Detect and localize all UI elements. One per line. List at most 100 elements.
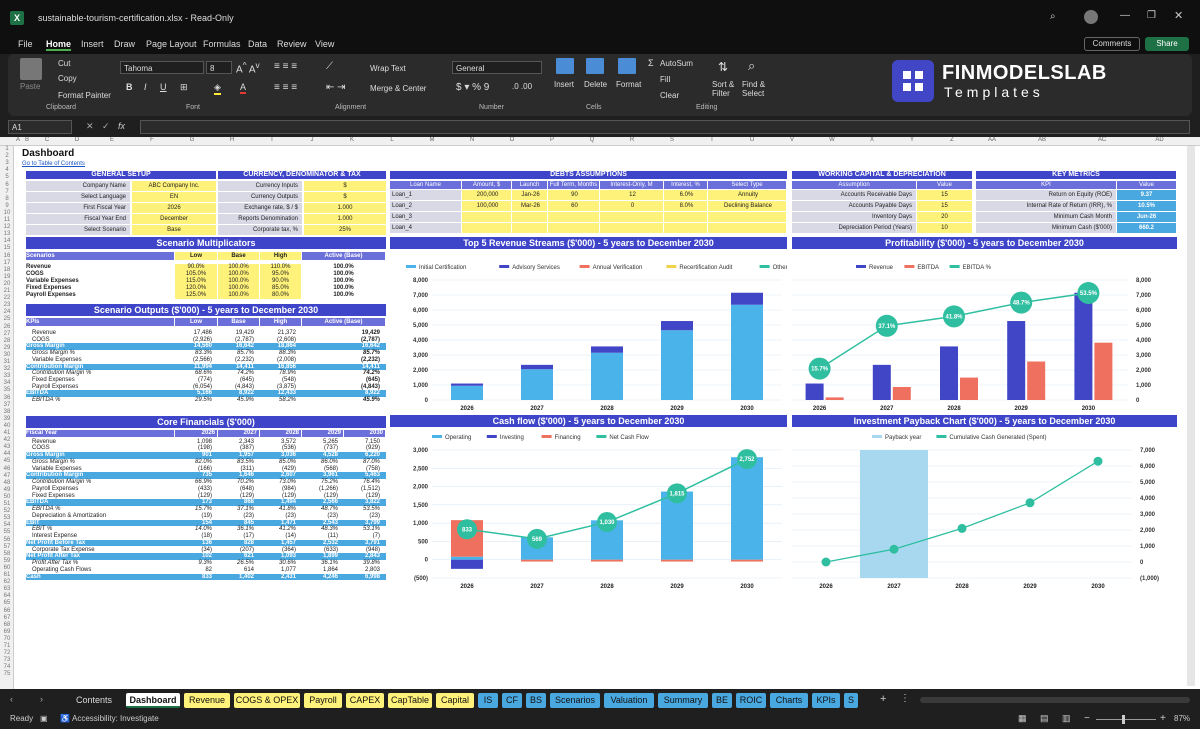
row-header[interactable]: 62 <box>0 579 14 585</box>
loan-value[interactable]: 200,000 <box>462 190 511 200</box>
mult-value[interactable]: 80.0% <box>260 292 301 299</box>
loan-value[interactable]: 90 <box>548 190 599 200</box>
insert-button[interactable]: Insert <box>554 80 574 89</box>
row-header[interactable]: 57 <box>0 544 14 550</box>
column-header[interactable]: Y <box>892 137 932 146</box>
tab-next-icon[interactable]: › <box>40 694 43 704</box>
loan-value[interactable] <box>664 212 707 222</box>
format-painter-button[interactable]: Format Painter <box>58 91 111 100</box>
row-header[interactable]: 41 <box>0 430 14 436</box>
paste-button[interactable]: Paste <box>20 82 40 91</box>
sheet-tab[interactable]: IS <box>478 693 498 708</box>
mult-value[interactable]: 90.0% <box>175 264 217 271</box>
row-header[interactable]: 43 <box>0 444 14 450</box>
sheet-tab[interactable]: BE <box>712 693 732 708</box>
loan-value[interactable] <box>512 212 547 222</box>
menu-data[interactable]: Data <box>248 39 267 49</box>
menu-formulas[interactable]: Formulas <box>203 39 241 49</box>
mult-value[interactable]: 85.0% <box>260 285 301 292</box>
wc-value[interactable]: 15 <box>917 201 972 211</box>
menu-file[interactable]: File <box>18 39 33 49</box>
column-header[interactable]: P <box>532 137 572 146</box>
sheet-tab[interactable]: KPIs <box>812 693 840 708</box>
delete-button[interactable]: Delete <box>584 80 607 89</box>
menu-view[interactable]: View <box>315 39 334 49</box>
column-header[interactable]: AB <box>1012 137 1072 146</box>
loan-value[interactable]: Jan-26 <box>512 190 547 200</box>
row-header[interactable]: 59 <box>0 558 14 564</box>
zoom-level[interactable]: 87% <box>1174 714 1190 723</box>
italic-icon[interactable]: I <box>144 82 147 92</box>
row-header[interactable]: 72 <box>0 650 14 656</box>
row-header[interactable]: 33 <box>0 373 14 379</box>
clear-button[interactable]: Clear <box>660 91 679 100</box>
column-header[interactable]: G <box>172 137 212 146</box>
zoom-in-icon[interactable]: + <box>1160 713 1166 724</box>
sheet-tab[interactable]: BS <box>526 693 546 708</box>
row-header[interactable]: 37 <box>0 402 14 408</box>
row-header[interactable]: 54 <box>0 522 14 528</box>
row-header[interactable]: 16 <box>0 253 14 259</box>
mult-value[interactable]: 115.0% <box>175 278 217 285</box>
row-header[interactable]: 18 <box>0 267 14 273</box>
column-header[interactable]: AD <box>1132 137 1187 146</box>
loan-value[interactable] <box>600 223 663 233</box>
spreadsheet-grid[interactable]: A B C D E F G H I J K L M N O P Q R S T U V W X Y Z AA AB AC AD 12345… <box>0 137 1200 689</box>
row-header[interactable]: 64 <box>0 593 14 599</box>
search-icon[interactable]: ⌕ <box>1050 11 1056 22</box>
row-header[interactable]: 31 <box>0 359 14 365</box>
row-header[interactable]: 70 <box>0 636 14 642</box>
menu-review[interactable]: Review <box>277 39 307 49</box>
loan-value[interactable] <box>462 212 511 222</box>
column-header[interactable]: D <box>62 137 92 146</box>
wc-value[interactable]: 15 <box>917 190 972 200</box>
sheet-tab[interactable]: CAPEX <box>346 693 384 708</box>
setup-value[interactable]: EN <box>132 192 216 202</box>
row-header[interactable]: 28 <box>0 338 14 344</box>
column-header[interactable]: X <box>852 137 892 146</box>
sheet-tab[interactable]: COGS & OPEX <box>234 693 300 708</box>
loan-value[interactable]: Annuity <box>708 190 786 200</box>
loan-value[interactable]: 60 <box>548 201 599 211</box>
setup-value[interactable]: December <box>132 214 216 224</box>
insert-cells-icon[interactable] <box>556 58 574 74</box>
cancel-formula-icon[interactable]: ✕ <box>86 121 94 132</box>
row-header[interactable]: 29 <box>0 345 14 351</box>
accessibility-status[interactable]: Accessibility: Investigate <box>72 714 159 723</box>
setup-value[interactable]: 2026 <box>132 203 216 213</box>
column-header[interactable]: Q <box>572 137 612 146</box>
column-header[interactable]: M <box>412 137 452 146</box>
restore-icon[interactable]: ❐ <box>1147 10 1156 21</box>
row-header[interactable]: 15 <box>0 245 14 251</box>
menu-home[interactable]: Home <box>46 39 72 51</box>
column-header[interactable]: H <box>212 137 252 146</box>
column-header[interactable]: I <box>252 137 292 146</box>
wc-value[interactable]: 20 <box>917 212 972 222</box>
vertical-scrollbar[interactable] <box>1187 146 1195 686</box>
column-header[interactable]: C <box>32 137 62 146</box>
row-header[interactable]: 71 <box>0 643 14 649</box>
row-header[interactable]: 48 <box>0 480 14 486</box>
column-header[interactable]: L <box>372 137 412 146</box>
row-header[interactable]: 46 <box>0 466 14 472</box>
loan-value[interactable]: 8.0% <box>664 201 707 211</box>
loan-value[interactable]: Declining Balance <box>708 201 786 211</box>
fill-button[interactable]: Fill <box>660 75 670 84</box>
row-header[interactable]: 49 <box>0 487 14 493</box>
row-header[interactable]: 13 <box>0 231 14 237</box>
sort-filter-button[interactable]: Sort & Filter <box>712 80 742 98</box>
loan-value[interactable] <box>708 212 786 222</box>
column-header[interactable]: R <box>612 137 652 146</box>
row-header[interactable]: 25 <box>0 316 14 322</box>
row-header[interactable]: 42 <box>0 437 14 443</box>
row-header[interactable]: 51 <box>0 501 14 507</box>
row-header[interactable]: 38 <box>0 409 14 415</box>
column-header[interactable]: B <box>22 137 32 146</box>
minimize-icon[interactable]: — <box>1120 10 1130 21</box>
row-header[interactable]: 74 <box>0 664 14 670</box>
wc-value[interactable]: 10 <box>917 223 972 233</box>
row-header[interactable]: 2 <box>0 153 14 159</box>
row-header[interactable]: 26 <box>0 324 14 330</box>
column-header[interactable]: AA <box>972 137 1012 146</box>
mult-value[interactable]: 95.0% <box>260 271 301 278</box>
